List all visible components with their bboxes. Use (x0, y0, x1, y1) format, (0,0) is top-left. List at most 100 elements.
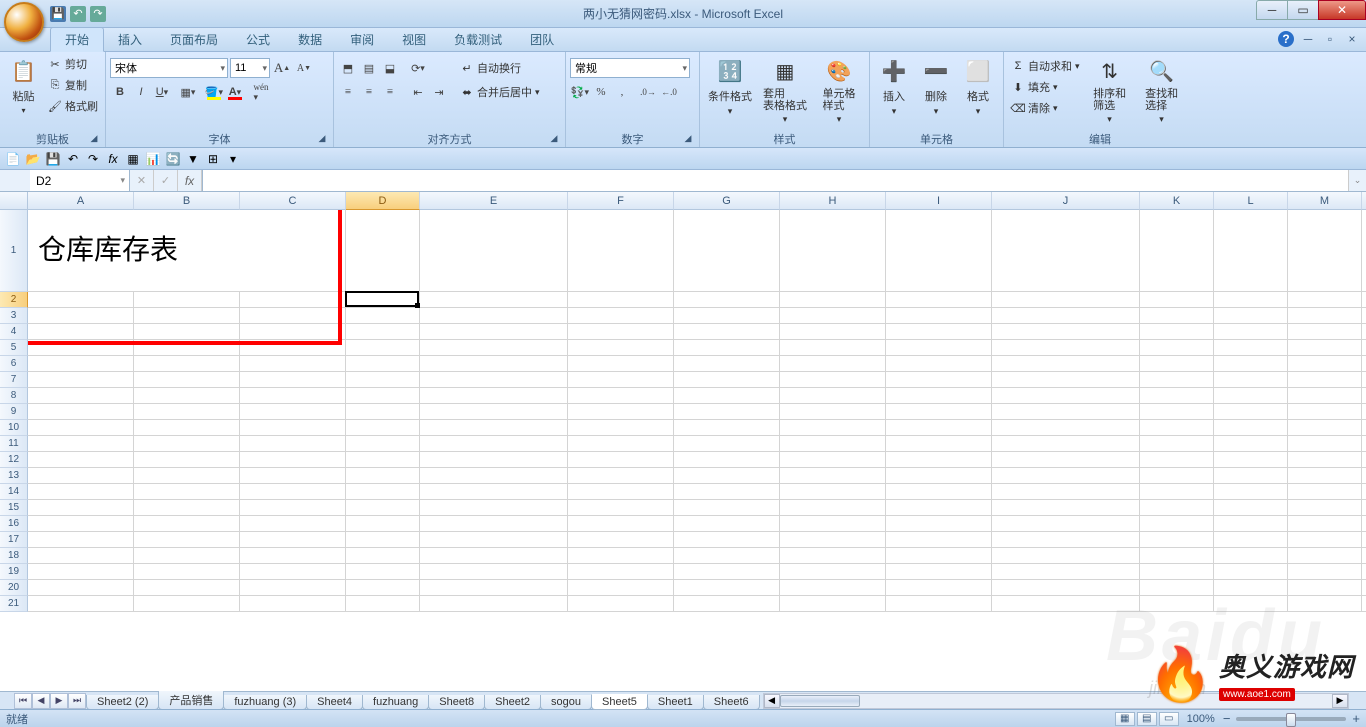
sheet-tab[interactable]: Sheet5 (591, 694, 648, 710)
cell[interactable] (1288, 436, 1362, 452)
minimize-button[interactable]: ─ (1256, 0, 1288, 20)
cell[interactable] (240, 452, 346, 468)
cell[interactable] (1214, 596, 1288, 612)
sheet-tab[interactable]: sogou (540, 695, 592, 710)
row-header-4[interactable]: 4 (0, 324, 28, 340)
sheet-tab[interactable]: Sheet4 (306, 695, 363, 710)
cell[interactable] (134, 372, 240, 388)
cell[interactable] (28, 420, 134, 436)
row-header-7[interactable]: 7 (0, 372, 28, 388)
cell[interactable] (992, 372, 1140, 388)
cell[interactable] (886, 516, 992, 532)
qat-more-icon[interactable]: ▾ (224, 150, 242, 168)
cell[interactable] (1214, 372, 1288, 388)
font-name-combo[interactable]: 宋体 (110, 58, 228, 78)
cell[interactable] (1362, 388, 1366, 404)
orientation-button[interactable]: ⟳▾ (408, 58, 428, 78)
cell[interactable] (992, 452, 1140, 468)
cell[interactable] (240, 532, 346, 548)
cell[interactable] (992, 388, 1140, 404)
qat-save-icon[interactable]: 💾 (44, 150, 62, 168)
cell[interactable] (28, 292, 134, 308)
align-launcher[interactable]: ◢ (549, 133, 559, 143)
cell[interactable] (1214, 468, 1288, 484)
cell[interactable] (1288, 548, 1362, 564)
middle-align-button[interactable]: ▤ (359, 58, 379, 78)
cell[interactable] (346, 452, 420, 468)
cell[interactable] (568, 372, 674, 388)
cell[interactable] (134, 308, 240, 324)
cell[interactable] (674, 436, 780, 452)
minimize-ribbon-icon[interactable]: ─ (1300, 31, 1316, 47)
cell[interactable] (346, 468, 420, 484)
expand-formulabar-button[interactable]: ⌄ (1348, 170, 1366, 191)
cell[interactable] (134, 292, 240, 308)
shrink-font-button[interactable]: A▼ (294, 58, 314, 78)
cell[interactable] (28, 548, 134, 564)
cell[interactable] (1140, 340, 1214, 356)
insert-cells-button[interactable]: ➕插入▾ (874, 54, 914, 119)
cell[interactable] (568, 420, 674, 436)
cell[interactable] (1140, 420, 1214, 436)
cell[interactable] (1362, 210, 1366, 292)
cell[interactable] (28, 388, 134, 404)
format-painter-button[interactable]: 🖌格式刷 (45, 96, 101, 116)
cell[interactable] (420, 210, 568, 292)
fx-icon[interactable]: fx (178, 170, 202, 191)
cell[interactable] (992, 580, 1140, 596)
cell[interactable] (1288, 372, 1362, 388)
cell[interactable] (346, 388, 420, 404)
sheet-tab[interactable]: Sheet2 (484, 695, 541, 710)
col-header-B[interactable]: B (134, 192, 240, 210)
cell[interactable] (346, 564, 420, 580)
cell[interactable] (886, 436, 992, 452)
qat-chart-icon[interactable]: 📊 (144, 150, 162, 168)
cell[interactable] (780, 484, 886, 500)
cell[interactable] (1140, 404, 1214, 420)
sheet-tab[interactable]: Sheet1 (647, 695, 704, 710)
cell[interactable] (420, 564, 568, 580)
clear-button[interactable]: ⌫清除▾ (1008, 98, 1083, 118)
cell[interactable] (28, 580, 134, 596)
cell[interactable] (992, 356, 1140, 372)
cell[interactable] (28, 436, 134, 452)
cell[interactable] (568, 596, 674, 612)
zoom-slider[interactable] (1236, 717, 1346, 721)
row-header-19[interactable]: 19 (0, 564, 28, 580)
cell[interactable] (240, 388, 346, 404)
cell[interactable] (420, 324, 568, 340)
cell[interactable] (1362, 372, 1366, 388)
tab-home[interactable]: 开始 (50, 27, 104, 52)
tab-pagelayout[interactable]: 页面布局 (156, 28, 232, 51)
cell[interactable] (1140, 436, 1214, 452)
cell[interactable] (674, 420, 780, 436)
cell[interactable] (886, 468, 992, 484)
row-header-3[interactable]: 3 (0, 308, 28, 324)
cell[interactable] (568, 404, 674, 420)
cell[interactable] (674, 210, 780, 292)
paste-button[interactable]: 📋 粘贴 ▾ (4, 54, 43, 117)
cell[interactable] (1288, 468, 1362, 484)
row-header-16[interactable]: 16 (0, 516, 28, 532)
cell[interactable] (1362, 580, 1366, 596)
cell[interactable] (780, 210, 886, 292)
col-header-K[interactable]: K (1140, 192, 1214, 210)
cell[interactable] (240, 580, 346, 596)
merge-center-button[interactable]: ⬌合并后居中▾ (457, 82, 543, 102)
cell[interactable] (240, 372, 346, 388)
cell[interactable] (674, 372, 780, 388)
cell[interactable] (780, 436, 886, 452)
cell[interactable] (674, 532, 780, 548)
help-icon[interactable]: ? (1278, 31, 1294, 47)
cell[interactable] (886, 388, 992, 404)
cell[interactable] (1214, 210, 1288, 292)
formula-input[interactable] (202, 170, 1348, 191)
grow-font-button[interactable]: A▲ (272, 58, 292, 78)
col-header-E[interactable]: E (420, 192, 568, 210)
conditional-formatting-button[interactable]: 🔢条件格式▾ (704, 54, 756, 119)
normal-view-button[interactable]: ▦ (1115, 712, 1135, 726)
cell[interactable] (992, 596, 1140, 612)
col-header-C[interactable]: C (240, 192, 346, 210)
sheet-tab[interactable]: 产品销售 (158, 691, 224, 710)
cell[interactable] (240, 484, 346, 500)
